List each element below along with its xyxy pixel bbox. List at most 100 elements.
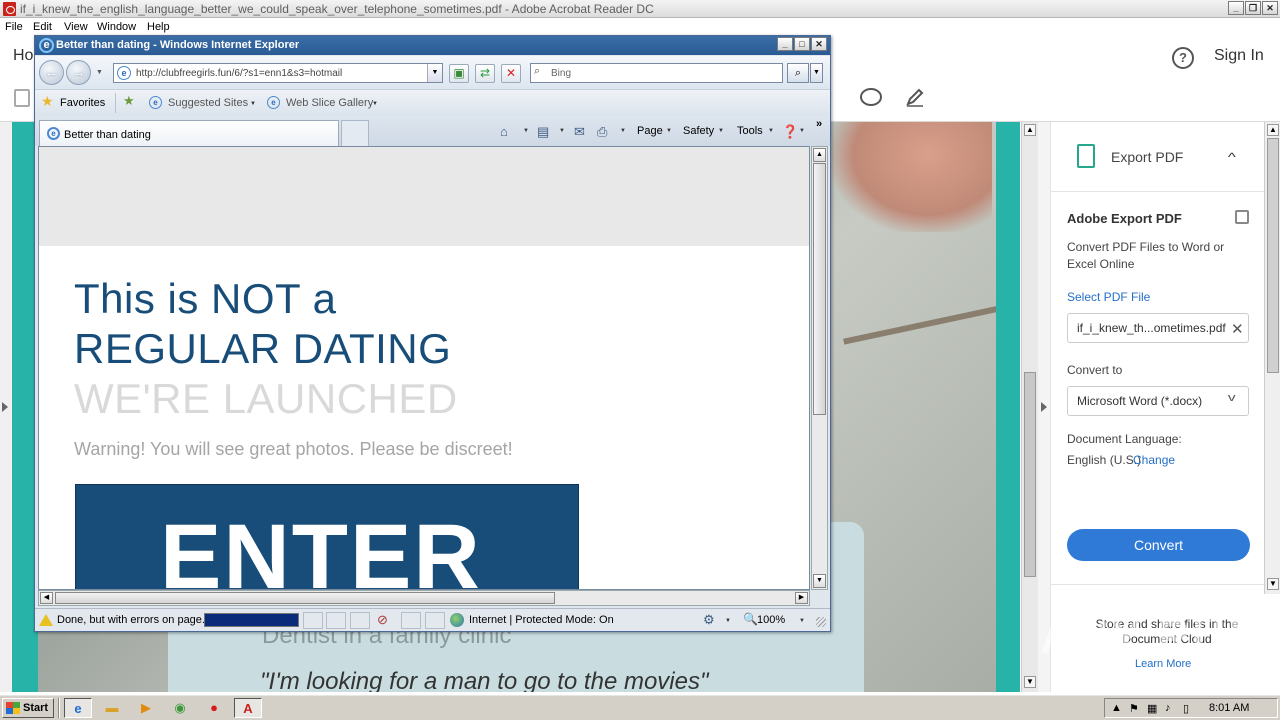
- refresh-button[interactable]: ⇄: [475, 64, 495, 83]
- mail-icon[interactable]: ✉: [574, 124, 585, 140]
- page-horizontal-scrollbar[interactable]: ◀ ▶: [38, 590, 810, 606]
- convert-button[interactable]: Convert: [1067, 529, 1250, 561]
- dropdown-arrow-icon[interactable]: ▼: [725, 618, 731, 624]
- save-icon[interactable]: [14, 89, 30, 107]
- search-input[interactable]: ⌕ Bing: [530, 63, 783, 83]
- page-vertical-scrollbar[interactable]: ▲ ▼: [811, 146, 828, 590]
- chevron-up-icon[interactable]: ^: [1228, 150, 1236, 164]
- chevron-more-icon[interactable]: »: [816, 118, 822, 130]
- address-url[interactable]: http://clubfreegirls.fun/6/?s1=enn1&s3=h…: [136, 68, 342, 79]
- export-pdf-header[interactable]: Export PDF ^: [1051, 122, 1265, 192]
- close-button[interactable]: ✕: [811, 37, 827, 51]
- sign-in-link[interactable]: Sign In: [1214, 47, 1264, 65]
- zoom-level[interactable]: 100%: [757, 614, 785, 626]
- back-button[interactable]: ←: [39, 60, 64, 85]
- menu-view[interactable]: View: [64, 21, 88, 33]
- scroll-thumb[interactable]: [1024, 372, 1036, 577]
- document-scrollbar[interactable]: ▲ ▼: [1021, 122, 1038, 692]
- scroll-down-icon[interactable]: ▼: [1024, 676, 1036, 688]
- scroll-thumb[interactable]: [55, 592, 555, 604]
- scroll-down-icon[interactable]: ▼: [1267, 578, 1279, 590]
- format-dropdown[interactable]: Microsoft Word (*.docx): [1067, 386, 1249, 416]
- scroll-left-icon[interactable]: ◀: [40, 592, 53, 604]
- scroll-up-icon[interactable]: ▲: [1024, 124, 1036, 136]
- menu-window[interactable]: Window: [97, 21, 136, 33]
- suggested-sites-link[interactable]: Suggested Sites: [168, 97, 248, 109]
- print-icon[interactable]: ⎙: [597, 124, 607, 140]
- web-slice-gallery-link[interactable]: Web Slice Gallery: [286, 97, 373, 109]
- menu-edit[interactable]: Edit: [33, 21, 52, 33]
- tray-expand-icon[interactable]: ▲: [1111, 702, 1122, 714]
- scroll-thumb[interactable]: [813, 163, 826, 415]
- search-options-icon[interactable]: ▼: [810, 63, 823, 83]
- taskbar-media-player-icon[interactable]: ▶: [132, 698, 160, 718]
- right-panel-toggle[interactable]: [1038, 122, 1050, 692]
- change-language-link[interactable]: Change: [1133, 453, 1175, 467]
- dropdown-arrow-icon[interactable]: ▼: [718, 128, 724, 134]
- address-bar[interactable]: e http://clubfreegirls.fun/6/?s1=enn1&s3…: [113, 63, 443, 83]
- zoom-dropdown-icon[interactable]: ▼: [799, 618, 805, 624]
- tray-network-icon[interactable]: ▦: [1147, 702, 1157, 715]
- dropdown-arrow-icon[interactable]: ▼: [799, 128, 805, 134]
- pane-scrollbar[interactable]: ▲ ▼: [1264, 122, 1280, 594]
- copy-icon[interactable]: [1235, 210, 1249, 224]
- minimize-button[interactable]: _: [1228, 1, 1244, 15]
- dropdown-arrow-icon[interactable]: ▼: [250, 101, 256, 107]
- enter-button[interactable]: ENTER: [75, 484, 579, 589]
- status-text[interactable]: Done, but with errors on page.: [57, 614, 205, 626]
- search-button[interactable]: ⌕: [787, 63, 809, 83]
- menu-help[interactable]: Help: [147, 21, 170, 33]
- feeds-icon[interactable]: ▤: [537, 124, 549, 140]
- dropdown-arrow-icon[interactable]: ▼: [559, 128, 565, 134]
- taskbar-opera-icon[interactable]: ●: [200, 698, 228, 718]
- tab-home[interactable]: Ho: [13, 47, 33, 65]
- security-zone-text[interactable]: Internet | Protected Mode: On: [469, 614, 614, 626]
- dropdown-arrow-icon[interactable]: ▼: [620, 128, 626, 134]
- help-icon[interactable]: ?: [1172, 47, 1194, 69]
- help-icon[interactable]: ❓: [782, 124, 798, 140]
- restore-button[interactable]: ❐: [1245, 1, 1261, 15]
- comment-icon[interactable]: [860, 88, 882, 106]
- tray-action-center-icon[interactable]: ⚑: [1129, 702, 1139, 715]
- dropdown-arrow-icon[interactable]: ▼: [666, 128, 672, 134]
- add-favorite-icon[interactable]: ★: [123, 93, 135, 109]
- tools-menu[interactable]: Tools: [737, 125, 763, 137]
- scroll-thumb[interactable]: [1267, 138, 1279, 373]
- safety-menu[interactable]: Safety: [683, 125, 714, 137]
- minimize-button[interactable]: _: [777, 37, 793, 51]
- chevron-down-icon[interactable]: v: [1228, 392, 1236, 404]
- taskbar-explorer-icon[interactable]: ▬: [98, 698, 126, 718]
- select-pdf-file-link[interactable]: Select PDF File: [1067, 290, 1150, 304]
- taskbar-ie-icon[interactable]: e: [64, 698, 92, 718]
- stop-button[interactable]: ✕: [501, 64, 521, 83]
- protected-mode-icon[interactable]: ⚙: [703, 612, 715, 628]
- scroll-up-icon[interactable]: ▲: [813, 148, 826, 162]
- scroll-down-icon[interactable]: ▼: [813, 574, 826, 588]
- tab-better-than-dating[interactable]: e Better than dating: [39, 120, 339, 146]
- maximize-button[interactable]: □: [794, 37, 810, 51]
- pen-icon[interactable]: [905, 87, 925, 107]
- popup-blocked-icon[interactable]: ⊘: [377, 612, 388, 628]
- clock[interactable]: 8:01 AM: [1209, 702, 1249, 714]
- page-menu[interactable]: Page: [637, 125, 663, 137]
- taskbar-acrobat-icon[interactable]: A: [234, 698, 262, 718]
- history-dropdown-icon[interactable]: ▼: [96, 69, 103, 76]
- scroll-up-icon[interactable]: ▲: [1267, 124, 1279, 136]
- forward-button[interactable]: →: [66, 60, 91, 85]
- compatibility-icon[interactable]: ▣: [449, 64, 469, 83]
- favorites-button[interactable]: Favorites: [60, 97, 105, 109]
- warning-icon[interactable]: [39, 614, 53, 626]
- favorites-star-icon[interactable]: ★: [41, 93, 54, 110]
- address-dropdown-icon[interactable]: ▼: [427, 64, 442, 82]
- zoom-icon[interactable]: 🔍: [743, 612, 758, 626]
- start-button[interactable]: Start: [2, 698, 54, 718]
- close-button[interactable]: ✕: [1262, 1, 1278, 15]
- resize-grip-icon[interactable]: [816, 617, 826, 627]
- taskbar-chrome-icon[interactable]: ◉: [166, 698, 194, 718]
- remove-file-icon[interactable]: ✕: [1231, 320, 1244, 338]
- tray-volume-icon[interactable]: ♪: [1165, 702, 1171, 714]
- dropdown-arrow-icon[interactable]: ▼: [768, 128, 774, 134]
- scroll-right-icon[interactable]: ▶: [795, 592, 808, 604]
- dropdown-arrow-icon[interactable]: ▼: [372, 101, 378, 107]
- left-panel-toggle[interactable]: [0, 122, 12, 692]
